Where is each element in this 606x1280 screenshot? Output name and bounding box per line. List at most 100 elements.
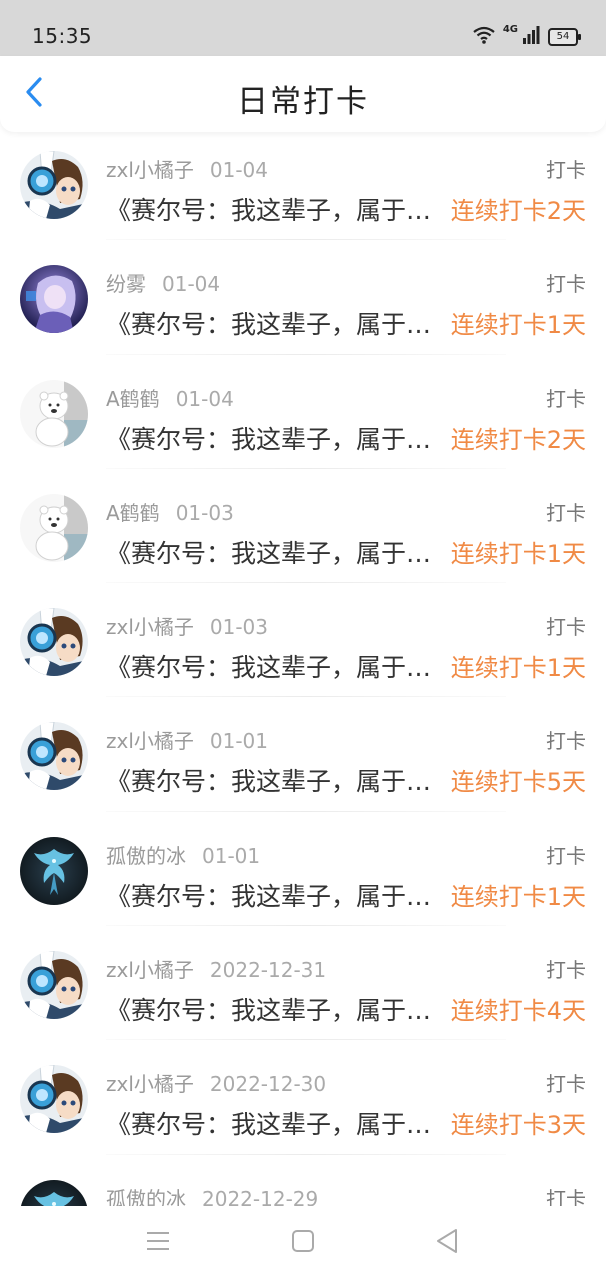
streak-label: 连续打卡5天	[450, 768, 586, 797]
item-meta: 纷雾 01-04	[106, 268, 220, 297]
menu-button[interactable]	[143, 1228, 173, 1258]
divider	[106, 467, 506, 469]
avatar[interactable]	[20, 151, 88, 219]
checkin-list-item[interactable]: zxl小橘子 01-01 打卡《赛尔号：我这辈子，属于赛尔号》连续打卡5天	[0, 709, 606, 823]
item-type: 打卡	[546, 272, 586, 297]
back-triangle-icon	[435, 1228, 459, 1258]
item-date: 2022-12-30	[209, 1072, 327, 1097]
item-type: 打卡	[546, 843, 586, 868]
network-label: 4G	[502, 24, 518, 35]
wifi-icon	[473, 26, 495, 48]
avatar[interactable]	[20, 265, 88, 334]
item-meta: zxl小橘子 2022-12-31	[106, 954, 326, 983]
divider	[106, 1039, 506, 1041]
user-name: 纷雾	[106, 272, 146, 297]
item-meta: zxl小橘子 01-04	[106, 154, 268, 183]
divider	[106, 810, 506, 812]
item-content: 《赛尔号：我这辈子，属于赛尔号》	[106, 424, 442, 454]
checkin-list-item[interactable]: zxl小橘子 2022-12-31 打卡《赛尔号：我这辈子，属于赛尔号》连续打卡4天	[0, 938, 606, 1052]
item-content: 《赛尔号：我这辈子，属于赛尔号》	[106, 653, 442, 683]
user-name: A鹤鹤	[106, 386, 160, 411]
divider	[106, 582, 506, 584]
item-type: 打卡	[546, 386, 586, 411]
item-meta: A鹤鹤 01-03	[106, 497, 234, 526]
checkin-list-item[interactable]: zxl小橘子 01-03 打卡《赛尔号：我这辈子，属于赛尔号》连续打卡1天	[0, 595, 606, 709]
avatar[interactable]	[20, 379, 88, 448]
item-type: 打卡	[546, 615, 586, 640]
item-meta: 孤傲的冰 2022-12-29	[106, 1183, 318, 1206]
divider	[106, 239, 506, 241]
item-content: 《赛尔号：我这辈子，属于赛尔号》	[106, 767, 442, 797]
item-content: 《赛尔号：我这辈子，属于赛尔号》	[106, 538, 442, 568]
checkin-list: zxl小橘子01-04打卡《赛尔号：我这辈子，属于赛尔号》连续打卡2天纷雾01-…	[0, 138, 606, 1206]
item-content: 《赛尔号：我这辈子，属于赛尔号》	[106, 196, 442, 225]
item-meta: zxl小橘子 01-01	[106, 725, 268, 754]
streak-label: 连续打卡1天	[450, 654, 586, 683]
page-title: 日常打卡	[237, 84, 369, 120]
signal-icon	[522, 26, 540, 48]
user-name: 孤傲的冰	[106, 843, 186, 868]
navigation-bar	[0, 1206, 606, 1280]
streak-label: 连续打卡2天	[450, 197, 586, 225]
item-type: 打卡	[546, 500, 586, 525]
item-type: 打卡	[546, 958, 586, 983]
user-name: zxl小橘子	[106, 158, 194, 182]
item-type: 打卡	[546, 1186, 586, 1206]
streak-label: 连续打卡4天	[450, 997, 586, 1026]
item-date: 01-03	[209, 615, 269, 640]
avatar[interactable]	[20, 1179, 88, 1206]
avatar[interactable]	[20, 1065, 88, 1134]
status-bar: 15:35 4G 54	[0, 0, 606, 56]
item-meta: A鹤鹤 01-04	[106, 383, 234, 412]
item-meta: 孤傲的冰 01-01	[106, 840, 260, 869]
user-name: zxl小橘子	[106, 1072, 194, 1097]
checkin-list-item[interactable]: A鹤鹤 01-04 打卡《赛尔号：我这辈子，属于赛尔号》连续打卡2天	[0, 367, 606, 481]
user-name: zxl小橘子	[106, 615, 194, 640]
checkin-list-item[interactable]: zxl小橘子 01-04 打卡《赛尔号：我这辈子，属于赛尔号》连续打卡2天	[0, 138, 606, 252]
avatar[interactable]	[20, 608, 88, 677]
avatar[interactable]	[20, 493, 88, 562]
checkin-list-item[interactable]: 孤傲的冰 2022-12-29 打卡	[0, 1167, 606, 1206]
header: 日常打卡	[0, 56, 606, 132]
item-type: 打卡	[546, 158, 586, 182]
home-square-icon	[291, 1229, 315, 1257]
streak-label: 连续打卡1天	[450, 882, 586, 911]
item-date: 01-01	[209, 729, 269, 754]
item-content: 《赛尔号：我这辈子，属于赛尔号》	[106, 996, 442, 1026]
streak-label: 连续打卡2天	[450, 425, 586, 454]
checkin-list-item[interactable]: 纷雾 01-04 打卡《赛尔号：我这辈子，属于赛尔号》连续打卡1天	[0, 252, 606, 366]
checkin-list-item[interactable]: zxl小橘子 2022-12-30 打卡《赛尔号：我这辈子，属于赛尔号》连续打卡3天	[0, 1052, 606, 1166]
home-button[interactable]	[288, 1228, 318, 1258]
user-name: zxl小橘子	[106, 958, 194, 983]
divider	[106, 925, 506, 927]
item-type: 打卡	[546, 1072, 586, 1097]
divider	[106, 353, 506, 355]
user-name: zxl小橘子	[106, 729, 194, 754]
item-content: 《赛尔号：我这辈子，属于赛尔号》	[106, 881, 442, 911]
item-content: 《赛尔号：我这辈子，属于赛尔号》	[106, 1110, 442, 1140]
divider	[106, 1153, 506, 1155]
status-icons: 4G 54	[473, 24, 581, 48]
item-meta: zxl小橘子 01-03	[106, 611, 268, 640]
checkin-list-item[interactable]: 孤傲的冰 01-01 打卡《赛尔号：我这辈子，属于赛尔号》连续打卡1天	[0, 824, 606, 938]
checkin-list-item[interactable]: A鹤鹤 01-03 打卡《赛尔号：我这辈子，属于赛尔号》连续打卡1天	[0, 481, 606, 595]
status-time: 15:35	[32, 24, 93, 48]
menu-icon	[146, 1230, 170, 1256]
item-date: 2022-12-29	[202, 1186, 319, 1206]
streak-label: 连续打卡3天	[450, 1111, 586, 1140]
item-content: 《赛尔号：我这辈子，属于赛尔号》	[106, 310, 442, 340]
battery-icon: 54	[548, 28, 581, 46]
avatar[interactable]	[20, 836, 88, 905]
item-type: 打卡	[546, 729, 586, 754]
item-date: 01-04	[175, 386, 234, 411]
system-back-button[interactable]	[432, 1228, 462, 1258]
streak-label: 连续打卡1天	[450, 539, 586, 568]
streak-label: 连续打卡1天	[450, 311, 586, 340]
user-name: A鹤鹤	[106, 500, 160, 525]
item-date: 01-04	[209, 158, 269, 182]
item-date: 01-04	[162, 272, 221, 297]
avatar[interactable]	[20, 951, 88, 1020]
divider	[106, 696, 506, 698]
item-date: 01-03	[175, 500, 234, 525]
avatar[interactable]	[20, 722, 88, 791]
